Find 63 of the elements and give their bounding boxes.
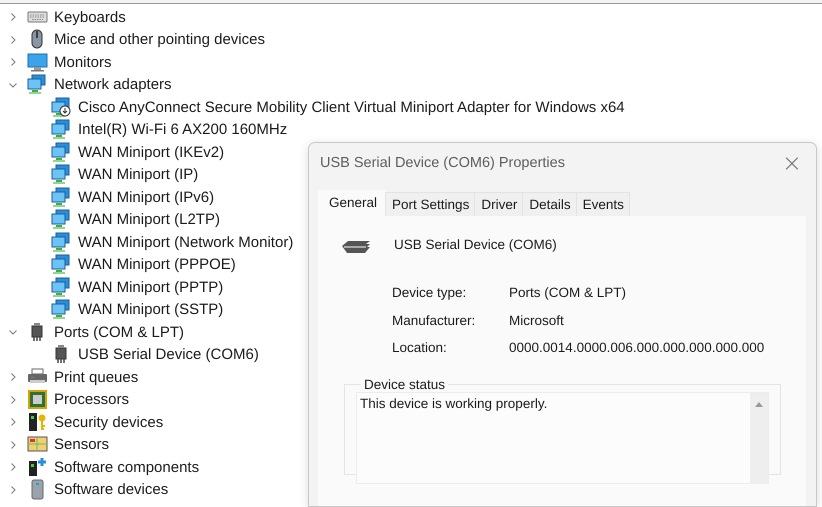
network-icon [51,119,72,140]
tree-item[interactable]: Processors [54,391,130,408]
network-icon [51,254,72,276]
tree-item[interactable]: Ports (COM & LPT) [54,324,184,341]
window-title: USB Serial Device (COM6) Properties [320,155,565,171]
chevron-icon[interactable] [8,12,18,22]
network-icon [51,232,72,253]
tower-icon [27,456,48,478]
status-text-area[interactable]: This device is working properly. [356,392,769,484]
tree-item[interactable]: WAN Miniport (IPv6) [78,188,214,206]
tree-item[interactable]: Intel(R) Wi-Fi 6 AX200 160MHz [78,121,288,138]
network-icon [51,209,72,230]
property-value: Microsoft [509,312,564,328]
tree-item[interactable]: Sensors [54,436,110,454]
monitor-icon [27,52,48,73]
tab[interactable]: Events [576,192,630,216]
chevron-icon[interactable] [8,462,18,472]
tree-item[interactable]: USB Serial Device (COM6) [78,346,259,364]
network-icon [51,142,72,163]
scroll-up-icon[interactable] [755,401,763,407]
network-icon [51,96,72,118]
network-icon [51,299,72,320]
property-label: Manufacturer: [392,312,476,328]
tree-item[interactable]: Network adapters [54,76,172,94]
chevron-icon[interactable] [8,57,18,68]
chevron-icon[interactable] [8,327,18,338]
chip-icon [27,389,48,410]
chevron-icon[interactable] [8,394,18,405]
close-button[interactable]: × [780,149,804,177]
chevron-icon[interactable] [8,484,18,495]
chevron-icon[interactable] [8,372,18,382]
chevron-icon[interactable] [8,34,18,45]
network-icon [51,276,72,298]
tree-item[interactable]: Software devices [54,481,168,498]
tree-item[interactable]: WAN Miniport (SSTP) [78,301,224,318]
property-label: Location: [392,340,448,355]
tree-item[interactable]: WAN Miniport (PPTP) [78,278,224,296]
property-value: 0000.0014.0000.006.000.000.000.000.000 [509,340,764,355]
tree-item[interactable]: Keyboards [54,8,126,26]
tree-item[interactable]: WAN Miniport (PPPOE) [78,256,236,274]
property-label: Device type: [392,285,468,300]
tree-item[interactable]: WAN Miniport (IP) [78,166,198,184]
chevron-icon[interactable] [8,440,18,450]
tree-item[interactable]: Security devices [54,414,164,431]
chevron-icon[interactable] [8,417,18,428]
tree-item[interactable]: Monitors [54,54,112,71]
tree-item[interactable]: Cisco AnyConnect Secure Mobility Client Virtual Miniport Adapter for Windows x64 [78,98,625,116]
tree-item[interactable]: WAN Miniport (L2TP) [78,211,220,228]
network-icon [51,186,72,208]
tree-item[interactable]: Software components [54,458,200,476]
device-name: USB Serial Device (COM6) [394,237,557,252]
tree-item[interactable]: WAN Miniport (Network Monitor) [78,234,294,251]
tree-item[interactable]: Mice and other pointing devices [54,31,265,48]
property-value: Ports (COM & LPT) [509,285,626,300]
tab[interactable]: Port Settings [385,192,476,216]
tower-key-icon [27,412,48,433]
network-icon [27,74,48,96]
tree-item[interactable]: WAN Miniport (IKEv2) [78,144,224,161]
network-icon [51,164,72,186]
status-text: This device is working properly. [359,395,548,413]
tree-item[interactable]: Print queues [54,368,138,386]
group-label: Device status [363,377,446,392]
tab[interactable]: General [318,190,386,216]
